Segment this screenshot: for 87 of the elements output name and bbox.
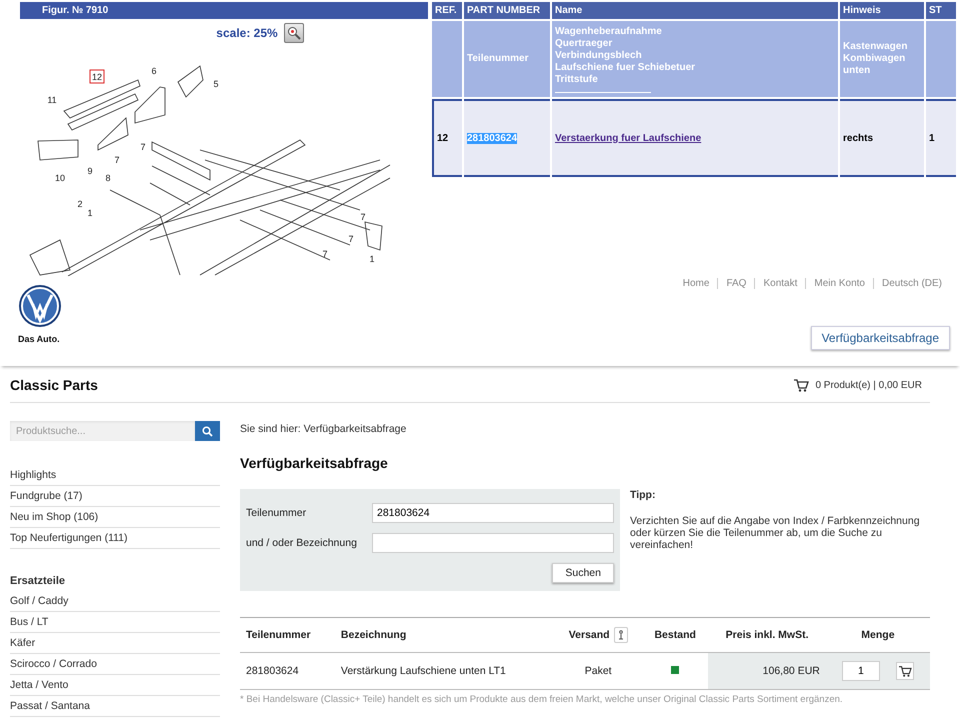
column-header: Name [552, 2, 838, 19]
column-header: Versand [568, 629, 610, 641]
tip-title: Tipp: [630, 489, 656, 501]
search-submit-button[interactable]: Suchen [552, 563, 614, 583]
callout-number[interactable]: 11 [47, 95, 57, 105]
column-header: Menge [861, 629, 895, 641]
sidebar-item[interactable]: Top Neufertigungen (111) [10, 528, 220, 549]
callout-number[interactable]: 6 [152, 66, 156, 76]
nav-link[interactable]: Home [674, 278, 718, 289]
callout-number[interactable]: 7 [322, 249, 328, 259]
cart-icon[interactable] [793, 378, 810, 392]
column-header: ST [926, 2, 956, 19]
callout-number[interactable]: 7 [140, 142, 146, 152]
part-number: 281803624 [467, 132, 518, 144]
search-button[interactable] [195, 421, 220, 441]
callout-number[interactable]: 8 [106, 173, 110, 183]
callout-number[interactable]: 1 [370, 254, 374, 264]
availability-button[interactable]: Verfügbarkeitsabfrage [810, 326, 950, 350]
quantity-field[interactable]: 1 [842, 661, 880, 681]
column-header: PART NUMBER [464, 2, 550, 19]
callout-number[interactable]: 9 [88, 166, 92, 176]
callout-number[interactable]: 1 [88, 208, 92, 218]
logo-emblem-icon [18, 284, 62, 328]
brand-tagline: Das Auto. [18, 334, 61, 344]
callout-number[interactable]: 10 [55, 173, 65, 183]
sidebar-item[interactable]: Bus / LT [10, 612, 220, 633]
callout-number[interactable]: 7 [114, 155, 120, 165]
column-header: Bezeichnung [340, 629, 406, 641]
zoom-button[interactable] [284, 23, 304, 43]
field-label: und / oder Bezeichnung [246, 537, 358, 549]
filter-cell-text: Kombiwagen [843, 53, 906, 65]
shop-title: Classic Parts [10, 377, 98, 393]
column-header: Bestand [654, 629, 696, 641]
filter-cell-text: Wagenheberaufnahme [555, 26, 663, 38]
figure-title: Figur. № 7910 [20, 2, 428, 19]
callout-number[interactable]: 5 [214, 79, 218, 89]
filter-cell-text: unten [843, 65, 872, 77]
sidebar-item[interactable]: Scirocco / Corrado [10, 654, 220, 675]
add-to-cart-button[interactable] [896, 662, 914, 680]
sidebar-item[interactable]: Fundgrube (17) [10, 486, 220, 507]
sidebar-item[interactable]: Käfer [10, 633, 220, 654]
sidebar-item[interactable]: Passat / Santana [10, 696, 220, 717]
tip-text: Verzichten Sie auf die Angabe von Index / Farbkennzeichnung oder kürzen Sie die Teilenummer ab, um die Suche zu vereinfachen! [630, 515, 921, 551]
nav-link[interactable]: Mein Konto [805, 278, 873, 289]
sidebar-item[interactable]: Golf / Caddy [10, 591, 220, 612]
column-header: REF. [432, 2, 462, 19]
nav-link[interactable]: Kontakt [754, 278, 806, 289]
cart-icon [898, 665, 912, 677]
search-field[interactable]: Produktsuche... [10, 421, 195, 441]
table-cell: Verstärkung Laufschiene unten LT1 [340, 665, 506, 677]
table-cell: 12 [437, 132, 448, 144]
sidebar-item[interactable]: Neu im Shop (106) [10, 507, 220, 528]
filter-cell: Teilenummer [467, 53, 528, 64]
page-heading: Verfügbarkeitsabfrage [240, 455, 389, 471]
scale-label: scale: 25% [216, 26, 278, 40]
table-cell: 281803624 [246, 665, 299, 677]
search-icon [202, 426, 213, 436]
filter-cell-text: Laufschiene fuer Schiebetuer [555, 62, 696, 74]
info-button[interactable] [614, 627, 628, 643]
filter-cell-text: Trittstufe [555, 74, 599, 86]
table-cell: rechts [843, 132, 874, 144]
sidebar-item[interactable]: Jetta / Vento [10, 675, 220, 696]
magnifier-icon [286, 26, 301, 40]
column-header: Preis inkl. MwSt. [726, 629, 808, 641]
filter-cell-text: Quertraeger [555, 38, 614, 50]
callout-number[interactable]: 12 [90, 70, 104, 84]
field-label: Teilenummer [246, 507, 308, 519]
part-name-link[interactable]: Verstaerkung fuer Laufschiene [555, 132, 702, 144]
callout-number[interactable]: 2 [78, 199, 82, 209]
callout-number[interactable]: 7 [348, 234, 354, 244]
footnote: * Bei Handelsware (Classic+ Teile) handelt es sich um Produkte aus dem freien Markt, welche unser Original Classic Parts Sortiment ergänzen. [240, 694, 844, 705]
callout-number[interactable]: 7 [360, 212, 366, 222]
cart-summary[interactable]: 0 Produkt(e) | 0,00 EUR [815, 380, 922, 390]
breadcrumb: Sie sind hier: Verfügbarkeitsabfrage [240, 423, 408, 435]
filter-cell-text: Verbindungsblech [555, 50, 643, 62]
input-field[interactable]: 281803624 [372, 503, 614, 523]
column-header: Teilenummer [246, 629, 311, 641]
sidebar-section-title: Ersatzteile [10, 574, 66, 589]
table-cell: 1 [929, 132, 935, 144]
price-cell: 106,80 EUR [762, 665, 820, 677]
table-cell: Paket [584, 665, 612, 677]
nav-link[interactable]: FAQ [717, 278, 754, 289]
filter-cell-text: Kastenwagen [843, 41, 908, 53]
sidebar-item[interactable]: Highlights [10, 465, 220, 486]
column-header: Hinweis [840, 2, 924, 19]
input-field[interactable] [372, 533, 614, 553]
nav-link[interactable]: Deutsch (DE) [872, 278, 950, 289]
